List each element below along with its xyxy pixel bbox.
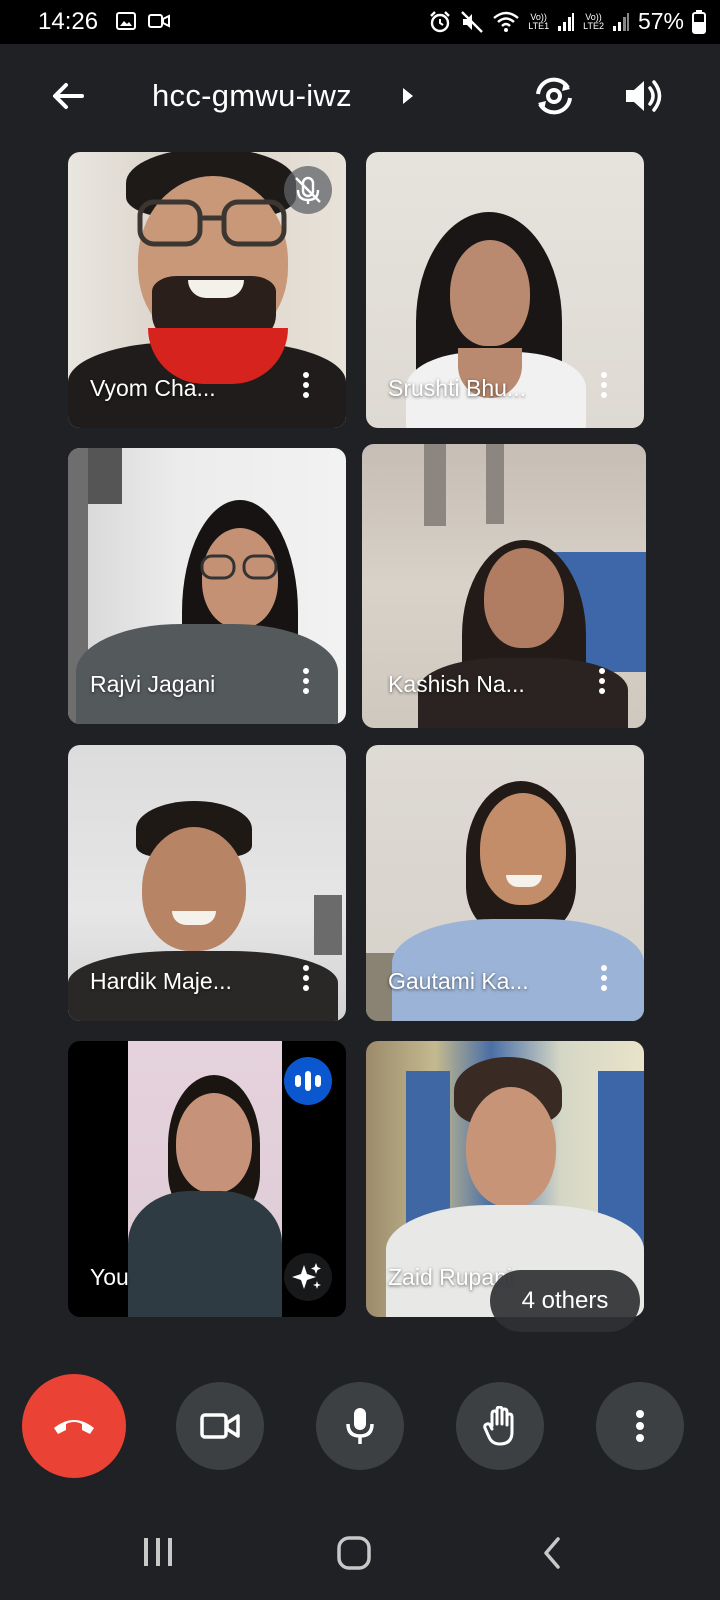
participant-name: You [90, 1264, 129, 1290]
meeting-code[interactable]: hcc-gmwu-iwz [152, 78, 352, 114]
raise-hand-button[interactable] [456, 1382, 544, 1470]
battery-icon [692, 9, 706, 34]
sim2-label: Vo)) LTE2 [583, 11, 604, 31]
gallery-icon [116, 12, 136, 30]
more-options-icon[interactable] [598, 668, 606, 696]
participant-tile-rajvi[interactable]: Rajvi Jagani [68, 448, 346, 724]
participant-name: Kashish Na... [388, 671, 525, 697]
more-vertical-icon [636, 1410, 644, 1442]
participant-name: Vyom Cha... [90, 375, 216, 401]
muted-mic-icon [284, 166, 332, 214]
microphone-icon [346, 1408, 374, 1444]
status-time: 14:26 [38, 8, 99, 35]
sim1-label: Vo)) LTE1 [528, 11, 550, 31]
video-icon [148, 14, 170, 28]
participant-name: Srushti Bhu... [388, 375, 527, 401]
camera-toggle-button[interactable] [176, 1382, 264, 1470]
end-call-button[interactable] [22, 1374, 126, 1478]
participant-name: Gautami Ka... [388, 968, 529, 994]
more-options-icon[interactable] [302, 965, 310, 993]
participant-tile-kashish[interactable]: Kashish Na... [362, 444, 646, 728]
glasses [137, 199, 287, 247]
participant-tile-gautami[interactable]: Gautami Ka... [366, 745, 644, 1021]
battery-percent: 57% [637, 8, 684, 34]
video-camera-icon [200, 1413, 240, 1439]
home-icon[interactable] [336, 1536, 372, 1570]
status-bar: 14:26 Vo)) LTE1 Vo)) LTE2 57% [0, 0, 720, 44]
system-nav-bar [0, 1510, 720, 1600]
participant-tile-srushti[interactable]: Srushti Bhu... [366, 152, 644, 428]
recent-apps-icon[interactable] [140, 1536, 176, 1568]
sparkle-effects-icon[interactable] [284, 1253, 332, 1301]
participant-name: Rajvi Jagani [90, 671, 216, 697]
raise-hand-icon [483, 1406, 514, 1446]
more-options-icon[interactable] [600, 372, 608, 400]
alarm-icon [430, 10, 451, 32]
status-right: Vo)) LTE1 Vo)) LTE2 57% [428, 8, 706, 35]
more-options-icon[interactable] [302, 668, 310, 696]
signal-icon-2 [612, 12, 629, 31]
mute-icon [461, 10, 484, 33]
speaking-indicator-icon [284, 1057, 332, 1105]
switch-camera-icon[interactable] [530, 74, 578, 118]
glasses [200, 554, 278, 580]
more-options-icon[interactable] [600, 965, 608, 993]
mic-toggle-button[interactable] [316, 1382, 404, 1470]
chevron-right-icon[interactable] [398, 84, 418, 108]
more-options-button[interactable] [596, 1382, 684, 1470]
back-nav-icon[interactable] [540, 1536, 564, 1570]
wifi-icon [493, 11, 520, 32]
more-options-icon[interactable] [302, 372, 310, 400]
participant-name: Hardik Maje... [90, 968, 232, 994]
participant-tile-hardik[interactable]: Hardik Maje... [68, 745, 346, 1021]
others-count-pill[interactable]: 4 others [490, 1270, 640, 1332]
participant-tile-vyom[interactable]: Vyom Cha... [68, 152, 346, 428]
speaker-icon[interactable] [622, 76, 666, 116]
notification-icons [116, 12, 170, 30]
phone-hangup-icon [54, 1420, 94, 1434]
meeting-top-bar: hcc-gmwu-iwz [0, 44, 720, 154]
signal-icon-1 [558, 12, 575, 31]
back-arrow-icon[interactable] [48, 76, 88, 116]
participant-tile-self[interactable]: You [68, 1041, 346, 1317]
